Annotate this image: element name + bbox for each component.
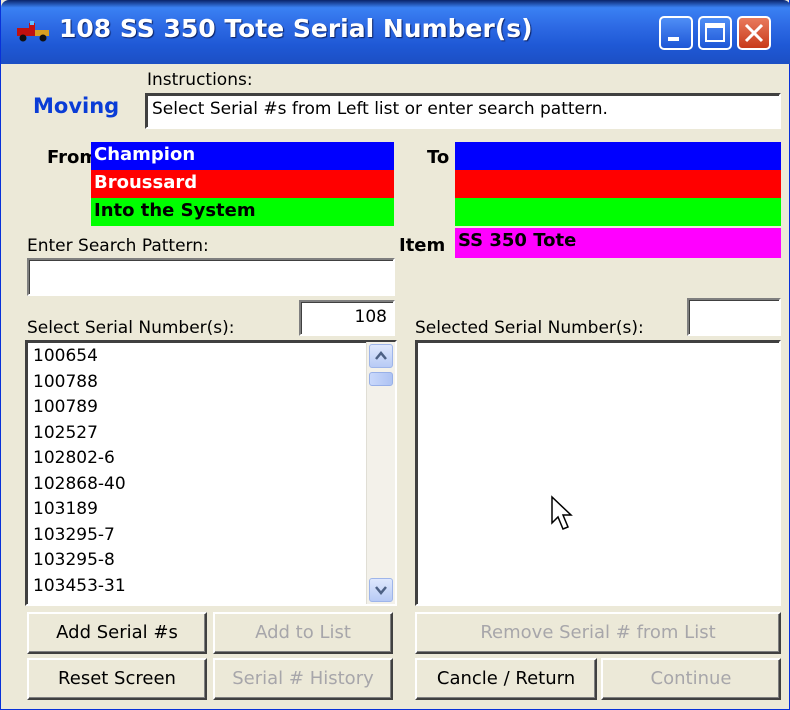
list-item[interactable]: 103453-31 [27, 574, 367, 600]
tractor-app-icon [17, 21, 49, 42]
search-label: Enter Search Pattern: [27, 236, 209, 256]
serial-number-dialog: 108 SS 350 Tote Serial Number(s) Instruc… [0, 0, 790, 710]
from-bar-1: Champion [91, 142, 394, 170]
serial-count-field: 108 [299, 300, 395, 336]
list-item[interactable]: 102868-40 [27, 472, 367, 498]
mode-label: Moving [33, 94, 120, 118]
chevron-down-icon [375, 586, 387, 595]
selected-count-field [687, 298, 781, 336]
item-value: SS 350 Tote [455, 228, 781, 258]
list-item[interactable]: 102527 [27, 421, 367, 447]
dialog-body: Instructions: Moving Select Serial #s fr… [7, 64, 785, 704]
maximize-icon [705, 23, 725, 42]
instructions-box: Select Serial #s from Left list or enter… [145, 93, 781, 129]
list-item[interactable]: 100654 [27, 344, 367, 370]
from-bar-2: Broussard [91, 170, 394, 198]
serial-history-button[interactable]: Serial # History [213, 658, 393, 700]
continue-button[interactable]: Continue [601, 658, 781, 700]
scroll-up-button[interactable] [369, 344, 393, 368]
list-item[interactable]: 103189 [27, 497, 367, 523]
list-item[interactable]: 103295-8 [27, 548, 367, 574]
cancel-return-button[interactable]: Cancle / Return [415, 658, 597, 700]
from-bar-3: Into the System [91, 198, 394, 226]
select-serial-label: Select Serial Number(s): [27, 318, 235, 338]
search-input[interactable] [27, 258, 395, 296]
close-icon [744, 23, 764, 43]
serial-list-items: 100654 100788 100789 102527 102802-6 102868-4… [27, 344, 367, 599]
instructions-text: Select Serial #s from Left list or enter… [152, 99, 608, 119]
selected-serial-list[interactable] [415, 340, 781, 606]
remove-serial-button[interactable]: Remove Serial # from List [415, 612, 781, 654]
instructions-label: Instructions: [147, 70, 253, 90]
list-item[interactable]: 100789 [27, 395, 367, 421]
window-title: 108 SS 350 Tote Serial Number(s) [59, 14, 533, 43]
serial-number-list[interactable]: 100654 100788 100789 102527 102802-6 102868-4… [25, 340, 397, 606]
add-to-list-button[interactable]: Add to List [213, 612, 393, 654]
close-button[interactable] [737, 16, 771, 50]
to-label: To [427, 147, 450, 168]
reset-screen-button[interactable]: Reset Screen [27, 658, 207, 700]
mouse-pointer-icon [551, 495, 573, 530]
minimize-icon [668, 37, 679, 41]
scroll-thumb[interactable] [369, 372, 393, 386]
to-bar-2 [455, 170, 781, 198]
maximize-button[interactable] [698, 16, 732, 50]
list-item[interactable]: 100788 [27, 370, 367, 396]
list-item[interactable]: 102802-6 [27, 446, 367, 472]
item-label: Item [399, 235, 446, 256]
title-bar[interactable]: 108 SS 350 Tote Serial Number(s) [1, 0, 790, 64]
list-item[interactable]: 103295-7 [27, 523, 367, 549]
add-serial-button[interactable]: Add Serial #s [27, 612, 207, 654]
to-bar-3 [455, 198, 781, 226]
scroll-down-button[interactable] [369, 578, 393, 602]
list-scrollbar[interactable] [366, 342, 395, 604]
selected-serial-label: Selected Serial Number(s): [415, 318, 644, 338]
chevron-up-icon [375, 351, 387, 360]
to-bar-1 [455, 142, 781, 170]
minimize-button[interactable] [659, 16, 693, 50]
